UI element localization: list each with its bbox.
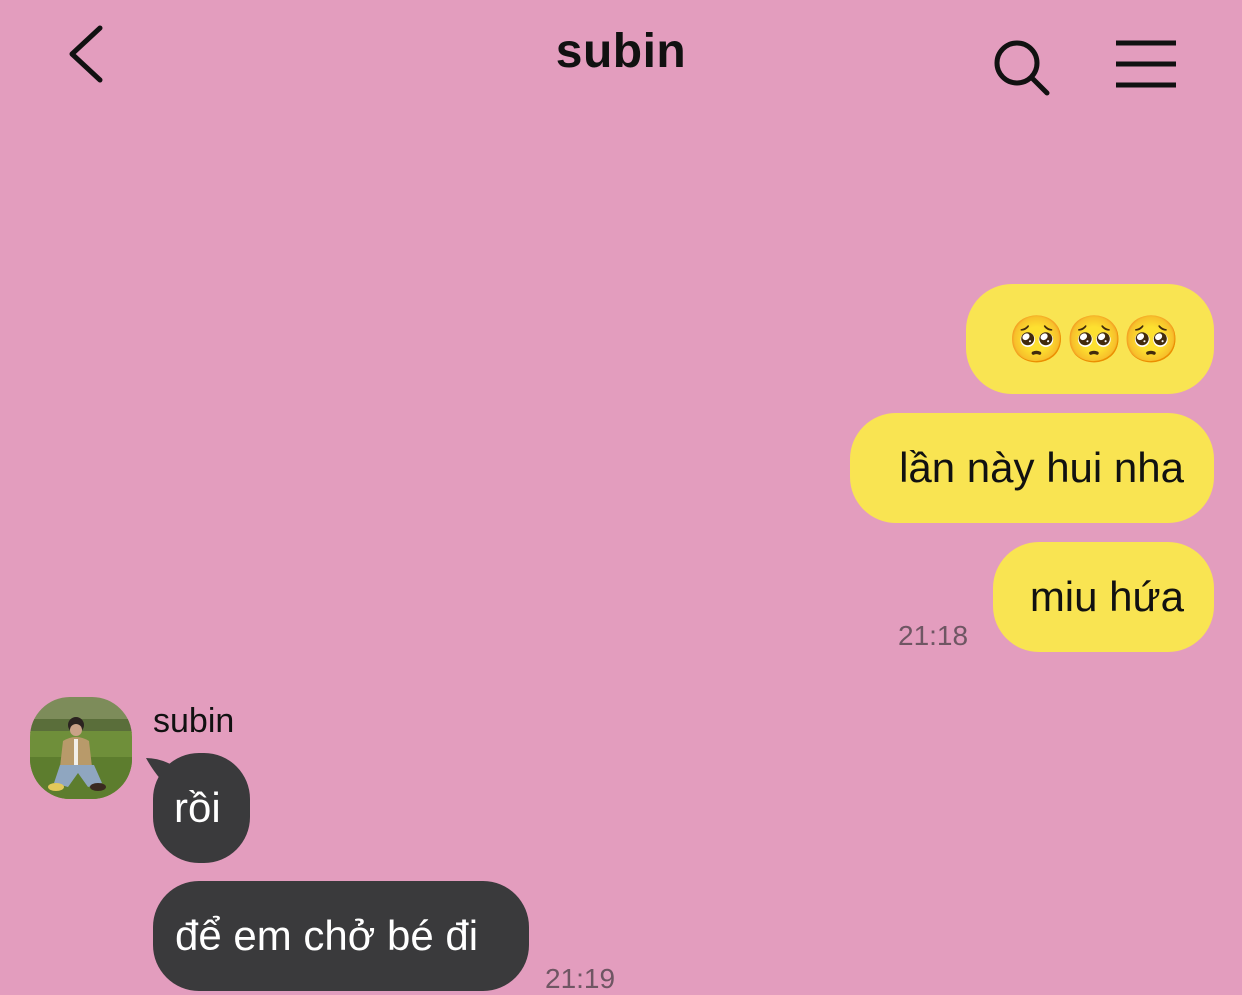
sent-timestamp: 21:18 — [898, 620, 969, 651]
received-timestamp: 21:19 — [545, 963, 616, 994]
received-message[interactable]: rồi — [153, 753, 250, 863]
received-message[interactable]: để em chở bé đi — [153, 881, 529, 991]
chat-header: subin — [0, 0, 1242, 120]
sent-message[interactable]: miu hứa — [993, 542, 1214, 652]
profile-photo — [30, 697, 132, 799]
search-icon — [994, 40, 1050, 96]
search-button[interactable] — [990, 36, 1052, 98]
menu-icon — [1116, 40, 1176, 88]
menu-button[interactable] — [1112, 38, 1180, 90]
avatar[interactable] — [30, 697, 132, 799]
sent-message[interactable]: 🥺🥺🥺 — [966, 284, 1214, 394]
sender-name: subin — [153, 702, 235, 740]
chat-title: subin — [555, 25, 687, 78]
sent-message[interactable]: lần này hui nha — [850, 413, 1214, 523]
